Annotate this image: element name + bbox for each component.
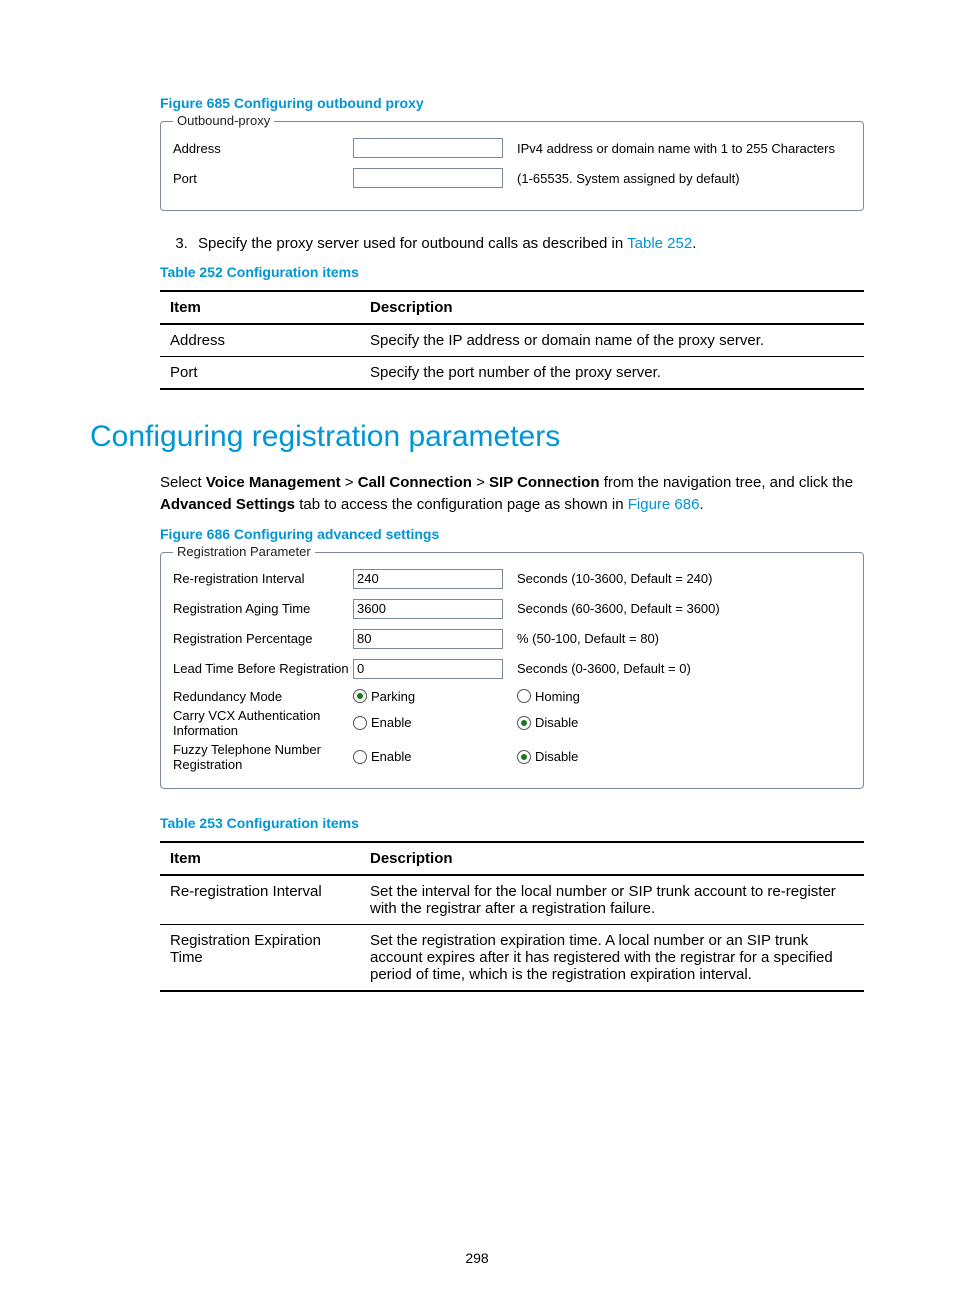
reg-aging-hint: Seconds (60-3600, Default = 3600) [517, 601, 851, 616]
radio-icon [353, 750, 367, 764]
outbound-proxy-legend: Outbound-proxy [173, 113, 274, 128]
page-number: 298 [0, 1250, 954, 1266]
address-hint: IPv4 address or domain name with 1 to 25… [517, 141, 851, 156]
table-252: Item Description Address Specify the IP … [160, 290, 864, 390]
address-input[interactable] [353, 138, 503, 158]
reg-pct-row: Registration Percentage % (50-100, Defau… [173, 629, 851, 649]
lead-time-row: Lead Time Before Registration Seconds (0… [173, 659, 851, 679]
reg-pct-hint: % (50-100, Default = 80) [517, 631, 851, 646]
redundancy-row: Redundancy Mode Parking Homing [173, 689, 851, 704]
table-row: Registration Expiration Time Set the reg… [160, 924, 864, 991]
t253-r0-desc: Set the interval for the local number or… [360, 875, 864, 925]
step-list: Specify the proxy server used for outbou… [160, 233, 864, 254]
t252-header-desc: Description [360, 291, 864, 324]
reg-pct-label: Registration Percentage [173, 631, 353, 646]
rereg-interval-input[interactable] [353, 569, 503, 589]
address-label: Address [173, 141, 353, 156]
figure-685-title: Figure 685 Configuring outbound proxy [160, 95, 864, 111]
t253-header-item: Item [160, 842, 360, 875]
t252-r1-item: Port [160, 357, 360, 390]
t253-r1-item: Registration Expiration Time [160, 924, 360, 991]
table-253: Item Description Re-registration Interva… [160, 841, 864, 992]
lead-time-input[interactable] [353, 659, 503, 679]
table-252-title: Table 252 Configuration items [160, 264, 864, 280]
t253-r0-item: Re-registration Interval [160, 875, 360, 925]
table-253-title: Table 253 Configuration items [160, 815, 864, 831]
redundancy-homing-radio[interactable]: Homing [517, 689, 851, 704]
step-3-text-before: Specify the proxy server used for outbou… [198, 235, 627, 252]
step-3-text-after: . [692, 235, 696, 252]
step-3: Specify the proxy server used for outbou… [192, 233, 864, 254]
rereg-interval-hint: Seconds (10-3600, Default = 240) [517, 571, 851, 586]
advanced-settings-tab: Advanced Settings [160, 496, 295, 513]
lead-time-label: Lead Time Before Registration [173, 661, 353, 676]
fuzzy-tel-enable-radio[interactable]: Enable [353, 749, 503, 764]
registration-parameter-legend: Registration Parameter [173, 544, 315, 559]
table-row: Address Specify the IP address or domain… [160, 324, 864, 357]
carry-vcx-row: Carry VCX Authentication Information Ena… [173, 708, 851, 738]
port-row: Port (1-65535. System assigned by defaul… [173, 168, 851, 188]
radio-icon [353, 689, 367, 703]
port-label: Port [173, 171, 353, 186]
carry-vcx-enable-radio[interactable]: Enable [353, 715, 503, 730]
intro-paragraph: Select Voice Management > Call Connectio… [160, 472, 864, 516]
t253-r1-desc: Set the registration expiration time. A … [360, 924, 864, 991]
rereg-interval-label: Re-registration Interval [173, 571, 353, 586]
nav-sip-connection: SIP Connection [489, 474, 600, 491]
radio-icon [353, 716, 367, 730]
radio-icon [517, 689, 531, 703]
t252-r0-item: Address [160, 324, 360, 357]
t253-header-desc: Description [360, 842, 864, 875]
reg-aging-input[interactable] [353, 599, 503, 619]
lead-time-hint: Seconds (0-3600, Default = 0) [517, 661, 851, 676]
outbound-proxy-fieldset: Outbound-proxy Address IPv4 address or d… [160, 121, 864, 211]
registration-parameter-fieldset: Registration Parameter Re-registration I… [160, 552, 864, 789]
reg-aging-label: Registration Aging Time [173, 601, 353, 616]
section-heading: Configuring registration parameters [90, 420, 864, 454]
reg-aging-row: Registration Aging Time Seconds (60-3600… [173, 599, 851, 619]
nav-voice-management: Voice Management [206, 474, 341, 491]
carry-vcx-disable-radio[interactable]: Disable [517, 715, 851, 730]
rereg-interval-row: Re-registration Interval Seconds (10-360… [173, 569, 851, 589]
table-252-link[interactable]: Table 252 [627, 235, 692, 252]
page: Figure 685 Configuring outbound proxy Ou… [0, 0, 954, 1296]
address-row: Address IPv4 address or domain name with… [173, 138, 851, 158]
reg-pct-input[interactable] [353, 629, 503, 649]
port-hint: (1-65535. System assigned by default) [517, 171, 851, 186]
port-input[interactable] [353, 168, 503, 188]
t252-r0-desc: Specify the IP address or domain name of… [360, 324, 864, 357]
radio-icon [517, 750, 531, 764]
fuzzy-tel-label: Fuzzy Telephone Number Registration [173, 742, 353, 772]
redundancy-parking-radio[interactable]: Parking [353, 689, 503, 704]
fuzzy-tel-disable-radio[interactable]: Disable [517, 749, 851, 764]
carry-vcx-label: Carry VCX Authentication Information [173, 708, 353, 738]
figure-686-title: Figure 686 Configuring advanced settings [160, 526, 864, 542]
table-row: Re-registration Interval Set the interva… [160, 875, 864, 925]
figure-686-link[interactable]: Figure 686 [628, 496, 700, 513]
nav-call-connection: Call Connection [358, 474, 472, 491]
fuzzy-tel-row: Fuzzy Telephone Number Registration Enab… [173, 742, 851, 772]
redundancy-label: Redundancy Mode [173, 689, 353, 704]
t252-r1-desc: Specify the port number of the proxy ser… [360, 357, 864, 390]
table-row: Port Specify the port number of the prox… [160, 357, 864, 390]
radio-icon [517, 716, 531, 730]
t252-header-item: Item [160, 291, 360, 324]
